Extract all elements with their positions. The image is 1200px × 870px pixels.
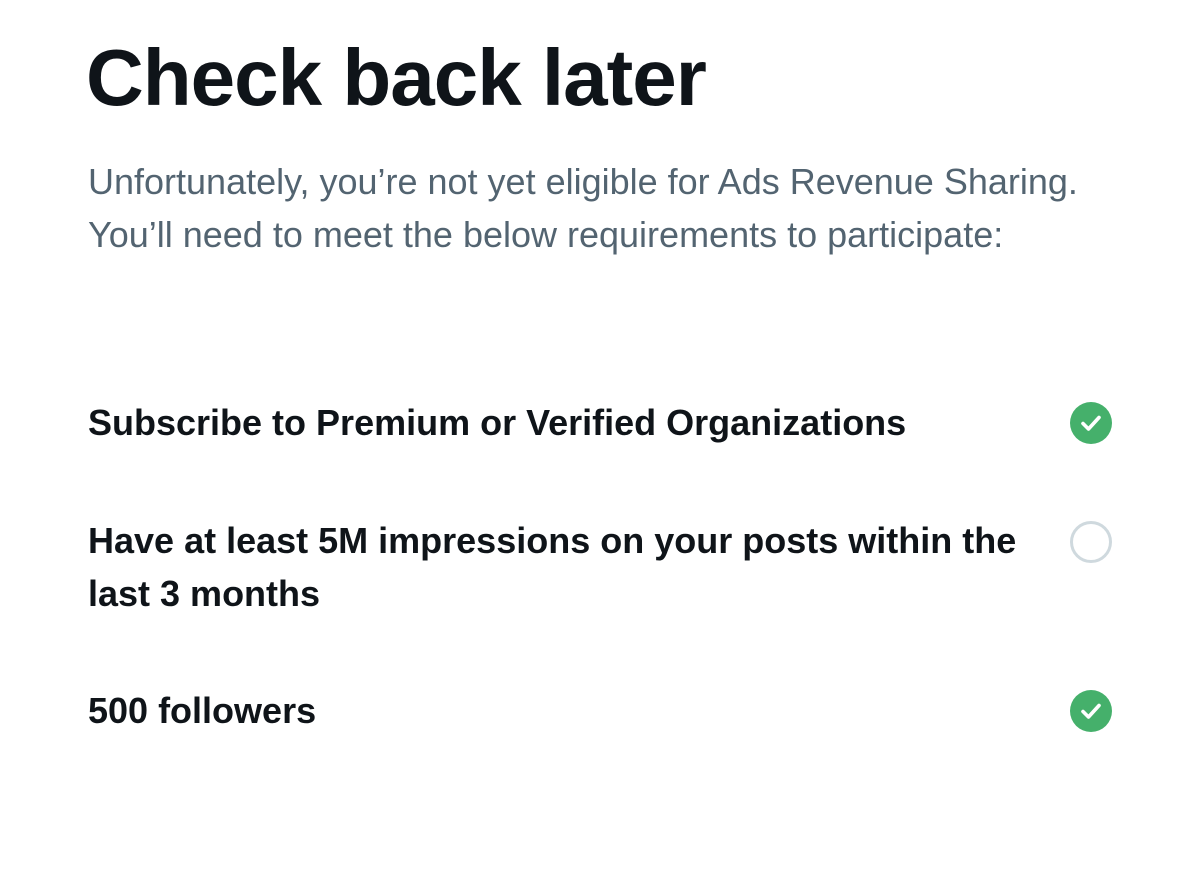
check-circle-icon — [1070, 402, 1112, 444]
eligibility-description: Unfortunately, you’re not yet eligible f… — [88, 161, 1078, 255]
requirement-impressions: Have at least 5M impressions on your pos… — [88, 514, 1116, 620]
requirement-followers: 500 followers — [88, 684, 1116, 737]
requirement-label: Subscribe to Premium or Verified Organiz… — [88, 402, 907, 443]
check-circle-icon — [1070, 690, 1112, 732]
requirement-label: Have at least 5M impressions on your pos… — [88, 520, 1017, 614]
empty-circle-icon — [1070, 521, 1112, 563]
requirement-label: 500 followers — [88, 690, 317, 731]
eligibility-page: Check back later Unfortunately, you’re n… — [0, 0, 1200, 870]
requirement-premium-subscription: Subscribe to Premium or Verified Organiz… — [88, 396, 1116, 449]
page-title: Check back later — [86, 33, 707, 122]
